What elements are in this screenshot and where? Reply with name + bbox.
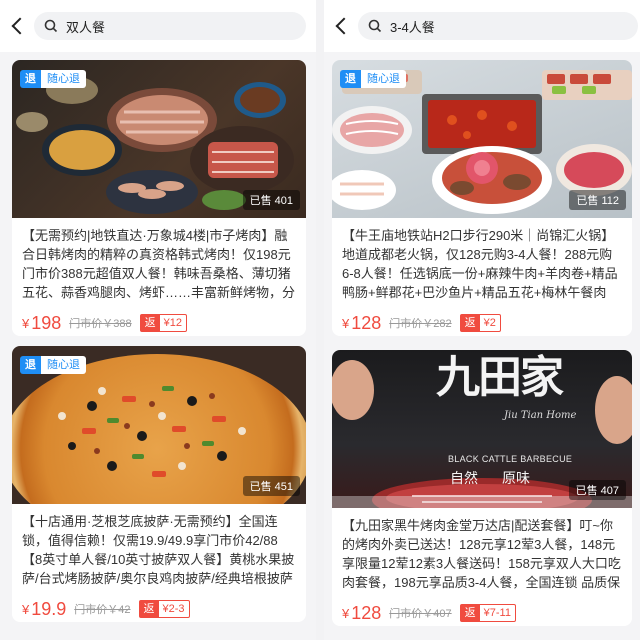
brand-logo-text: 九田家 xyxy=(436,352,564,403)
price-bar: ¥ 128 门市价￥407 返 ¥7-11 xyxy=(332,594,632,626)
refund-tag: 退 随心退 xyxy=(20,70,86,88)
deal-description: 【九田家黑牛烤肉金堂万达店|配送套餐】叮~你的烤肉外卖已送达！128元享12荤3… xyxy=(342,518,621,590)
refund-tag-text: 随心退 xyxy=(41,70,86,88)
right-results-panel: 3-4人餐 退 随心退 已售 112 【牛王庙地铁站H2口步行290米｜尚锦汇火… xyxy=(324,0,640,640)
rebate-badge: 返 ¥12 xyxy=(139,314,187,332)
brand-script-text: Jiu Tian Home xyxy=(504,410,577,421)
rebate-value: ¥7-11 xyxy=(483,607,511,619)
refund-tag: 退 随心退 xyxy=(20,356,86,374)
search-query: 双人餐 xyxy=(66,19,106,35)
original-price: 门市价￥407 xyxy=(389,608,452,620)
right-top-bar: 3-4人餐 xyxy=(324,0,640,52)
currency-symbol: ¥ xyxy=(342,315,350,331)
search-query: 3-4人餐 xyxy=(390,19,435,35)
currency-symbol: ¥ xyxy=(22,601,30,617)
brand-slogan-a: 自然 xyxy=(450,471,478,487)
original-price: 门市价￥388 xyxy=(69,318,132,330)
currency-symbol: ¥ xyxy=(342,605,350,621)
brand-english-text: BLACK CATTLE BARBECUE xyxy=(448,454,573,464)
original-price: 门市价￥42 xyxy=(74,604,131,616)
search-icon xyxy=(368,19,382,33)
left-results-panel: 双人餐 退 随心退 已售 401 【无需预约|地铁直达·万象城4楼|市子烤肉】融… xyxy=(0,0,316,640)
price-bar: ¥ 198 门市价￥388 返 ¥12 xyxy=(12,304,306,336)
left-top-bar: 双人餐 xyxy=(0,0,316,52)
back-arrow-icon[interactable] xyxy=(10,16,28,36)
deal-description: 【无需预约|地铁直达·万象城4楼|市子烤肉】融合日韩烤肉的精粹の真资格韩式烤肉！… xyxy=(22,228,296,300)
rebate-label: 返 xyxy=(460,605,480,621)
refund-tag-badge: 退 xyxy=(20,356,41,374)
sold-count: 已售 401 xyxy=(242,190,300,210)
deal-image: 退 随心退 已售 112 xyxy=(332,60,632,218)
search-bar[interactable]: 3-4人餐 xyxy=(358,12,638,40)
deal-image: 退 随心退 已售 401 xyxy=(12,60,306,218)
rebate-value: ¥2 xyxy=(483,317,496,329)
deal-card[interactable]: 退 随心退 已售 112 【牛王庙地铁站H2口步行290米｜尚锦汇火锅】地道成都… xyxy=(332,60,632,336)
rebate-label: 返 xyxy=(140,315,160,331)
screen: 双人餐 退 随心退 已售 401 【无需预约|地铁直达·万象城4楼|市子烤肉】融… xyxy=(0,0,640,640)
deal-card[interactable]: 退 随心退 已售 401 【无需预约|地铁直达·万象城4楼|市子烤肉】融合日韩烤… xyxy=(12,60,306,336)
rebate-value: ¥2-3 xyxy=(162,603,185,615)
refund-tag-text: 随心退 xyxy=(41,356,86,374)
price-bar: ¥ 128 门市价￥282 返 ¥2 xyxy=(332,304,632,336)
refund-tag-text: 随心退 xyxy=(361,70,406,88)
deal-image: 退 随心退 已售 451 xyxy=(12,346,306,504)
rebate-badge: 返 ¥2 xyxy=(459,314,501,332)
refund-tag-badge: 退 xyxy=(20,70,41,88)
deal-price: 128 xyxy=(351,312,382,333)
rebate-value: ¥12 xyxy=(163,317,182,329)
sold-count: 已售 451 xyxy=(242,476,300,496)
brand-slogan-b: 原味 xyxy=(502,471,530,487)
back-arrow-icon[interactable] xyxy=(334,16,352,36)
deal-description: 【十店通用·芝根芝底披萨·无需预约】全国连锁，值得信赖！仅需19.9/49.9享… xyxy=(22,514,295,586)
refund-tag: 退 随心退 xyxy=(340,70,406,88)
rebate-badge: 返 ¥7-11 xyxy=(459,604,516,622)
deal-description: 【牛王庙地铁站H2口步行290米｜尚锦汇火锅】地道成都老火锅，仅128元购3-4… xyxy=(342,228,618,300)
deal-card[interactable]: 九田家 Jiu Tian Home BLACK CATTLE BARBECUE … xyxy=(332,350,632,626)
rebate-label: 返 xyxy=(460,315,480,331)
currency-symbol: ¥ xyxy=(22,315,30,331)
deal-price: 19.9 xyxy=(31,598,67,619)
deal-price: 198 xyxy=(31,312,62,333)
sold-count: 已售 407 xyxy=(568,480,626,500)
deal-card[interactable]: 退 随心退 已售 451 【十店通用·芝根芝底披萨·无需预约】全国连锁，值得信赖… xyxy=(12,346,306,622)
price-bar: ¥ 19.9 门市价￥42 返 ¥2-3 xyxy=(12,590,306,622)
search-icon xyxy=(44,19,58,33)
refund-tag-badge: 退 xyxy=(340,70,361,88)
sold-count: 已售 112 xyxy=(569,190,626,210)
deal-image: 九田家 Jiu Tian Home BLACK CATTLE BARBECUE … xyxy=(332,350,632,508)
original-price: 门市价￥282 xyxy=(389,318,452,330)
search-bar[interactable]: 双人餐 xyxy=(34,12,306,40)
rebate-badge: 返 ¥2-3 xyxy=(138,600,190,618)
deal-price: 128 xyxy=(351,602,382,623)
rebate-label: 返 xyxy=(139,601,159,617)
